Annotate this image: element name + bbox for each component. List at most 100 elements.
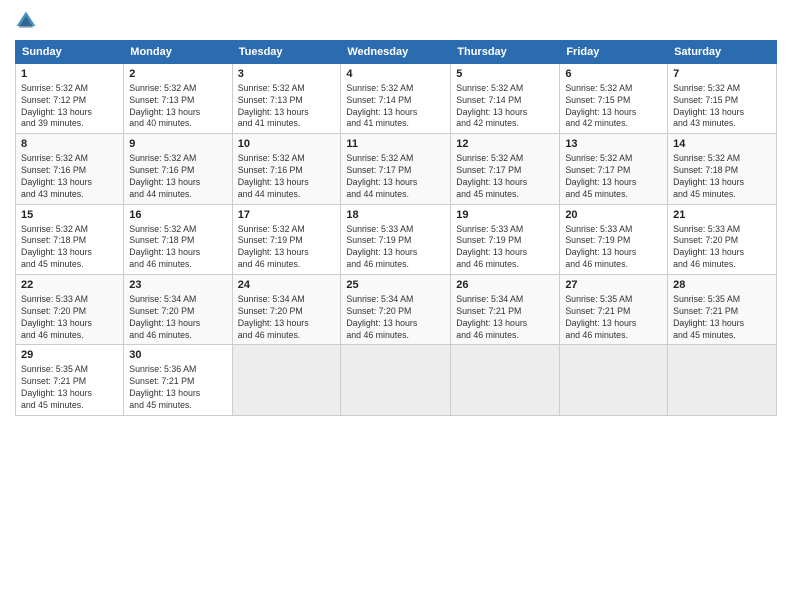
day-number: 30 [129, 348, 226, 363]
col-header-thursday: Thursday [451, 41, 560, 64]
calendar-cell: 21Sunrise: 5:33 AM Sunset: 7:20 PM Dayli… [668, 204, 777, 274]
day-number: 3 [238, 67, 336, 82]
calendar-cell: 8Sunrise: 5:32 AM Sunset: 7:16 PM Daylig… [16, 134, 124, 204]
day-info: Sunrise: 5:36 AM Sunset: 7:21 PM Dayligh… [129, 364, 226, 412]
col-header-saturday: Saturday [668, 41, 777, 64]
day-info: Sunrise: 5:32 AM Sunset: 7:12 PM Dayligh… [21, 83, 118, 131]
calendar-cell: 25Sunrise: 5:34 AM Sunset: 7:20 PM Dayli… [341, 275, 451, 345]
day-number: 4 [346, 67, 445, 82]
day-info: Sunrise: 5:34 AM Sunset: 7:20 PM Dayligh… [129, 294, 226, 342]
day-number: 8 [21, 137, 118, 152]
day-number: 26 [456, 278, 554, 293]
calendar-cell: 2Sunrise: 5:32 AM Sunset: 7:13 PM Daylig… [124, 64, 232, 134]
day-info: Sunrise: 5:35 AM Sunset: 7:21 PM Dayligh… [21, 364, 118, 412]
week-row-2: 8Sunrise: 5:32 AM Sunset: 7:16 PM Daylig… [16, 134, 777, 204]
calendar-cell: 13Sunrise: 5:32 AM Sunset: 7:17 PM Dayli… [560, 134, 668, 204]
week-row-1: 1Sunrise: 5:32 AM Sunset: 7:12 PM Daylig… [16, 64, 777, 134]
day-number: 2 [129, 67, 226, 82]
week-row-3: 15Sunrise: 5:32 AM Sunset: 7:18 PM Dayli… [16, 204, 777, 274]
calendar-cell: 17Sunrise: 5:32 AM Sunset: 7:19 PM Dayli… [232, 204, 341, 274]
col-header-wednesday: Wednesday [341, 41, 451, 64]
day-info: Sunrise: 5:32 AM Sunset: 7:17 PM Dayligh… [346, 153, 445, 201]
week-row-4: 22Sunrise: 5:33 AM Sunset: 7:20 PM Dayli… [16, 275, 777, 345]
day-number: 24 [238, 278, 336, 293]
day-info: Sunrise: 5:35 AM Sunset: 7:21 PM Dayligh… [565, 294, 662, 342]
col-header-tuesday: Tuesday [232, 41, 341, 64]
calendar-cell [668, 345, 777, 415]
day-number: 19 [456, 208, 554, 223]
calendar-cell: 29Sunrise: 5:35 AM Sunset: 7:21 PM Dayli… [16, 345, 124, 415]
day-number: 9 [129, 137, 226, 152]
day-number: 21 [673, 208, 771, 223]
calendar-cell [451, 345, 560, 415]
day-number: 5 [456, 67, 554, 82]
day-info: Sunrise: 5:32 AM Sunset: 7:18 PM Dayligh… [673, 153, 771, 201]
day-info: Sunrise: 5:32 AM Sunset: 7:17 PM Dayligh… [565, 153, 662, 201]
day-info: Sunrise: 5:32 AM Sunset: 7:15 PM Dayligh… [673, 83, 771, 131]
calendar-cell: 4Sunrise: 5:32 AM Sunset: 7:14 PM Daylig… [341, 64, 451, 134]
header-row: SundayMondayTuesdayWednesdayThursdayFrid… [16, 41, 777, 64]
day-number: 11 [346, 137, 445, 152]
day-number: 27 [565, 278, 662, 293]
calendar-cell: 26Sunrise: 5:34 AM Sunset: 7:21 PM Dayli… [451, 275, 560, 345]
calendar-cell: 30Sunrise: 5:36 AM Sunset: 7:21 PM Dayli… [124, 345, 232, 415]
day-number: 6 [565, 67, 662, 82]
day-number: 7 [673, 67, 771, 82]
calendar-cell: 3Sunrise: 5:32 AM Sunset: 7:13 PM Daylig… [232, 64, 341, 134]
calendar-cell: 27Sunrise: 5:35 AM Sunset: 7:21 PM Dayli… [560, 275, 668, 345]
day-info: Sunrise: 5:32 AM Sunset: 7:19 PM Dayligh… [238, 224, 336, 272]
day-info: Sunrise: 5:32 AM Sunset: 7:13 PM Dayligh… [238, 83, 336, 131]
day-info: Sunrise: 5:35 AM Sunset: 7:21 PM Dayligh… [673, 294, 771, 342]
day-number: 23 [129, 278, 226, 293]
calendar-cell: 19Sunrise: 5:33 AM Sunset: 7:19 PM Dayli… [451, 204, 560, 274]
day-number: 14 [673, 137, 771, 152]
day-number: 16 [129, 208, 226, 223]
calendar-table: SundayMondayTuesdayWednesdayThursdayFrid… [15, 40, 777, 416]
calendar-cell: 6Sunrise: 5:32 AM Sunset: 7:15 PM Daylig… [560, 64, 668, 134]
day-number: 12 [456, 137, 554, 152]
day-info: Sunrise: 5:32 AM Sunset: 7:18 PM Dayligh… [129, 224, 226, 272]
day-number: 18 [346, 208, 445, 223]
day-info: Sunrise: 5:34 AM Sunset: 7:20 PM Dayligh… [346, 294, 445, 342]
day-number: 29 [21, 348, 118, 363]
day-info: Sunrise: 5:34 AM Sunset: 7:21 PM Dayligh… [456, 294, 554, 342]
day-info: Sunrise: 5:32 AM Sunset: 7:14 PM Dayligh… [456, 83, 554, 131]
day-info: Sunrise: 5:33 AM Sunset: 7:19 PM Dayligh… [346, 224, 445, 272]
day-info: Sunrise: 5:32 AM Sunset: 7:16 PM Dayligh… [21, 153, 118, 201]
calendar-cell: 5Sunrise: 5:32 AM Sunset: 7:14 PM Daylig… [451, 64, 560, 134]
day-info: Sunrise: 5:32 AM Sunset: 7:16 PM Dayligh… [238, 153, 336, 201]
col-header-friday: Friday [560, 41, 668, 64]
calendar-cell: 16Sunrise: 5:32 AM Sunset: 7:18 PM Dayli… [124, 204, 232, 274]
calendar-cell: 22Sunrise: 5:33 AM Sunset: 7:20 PM Dayli… [16, 275, 124, 345]
logo [15, 10, 41, 32]
calendar-cell: 7Sunrise: 5:32 AM Sunset: 7:15 PM Daylig… [668, 64, 777, 134]
day-info: Sunrise: 5:32 AM Sunset: 7:14 PM Dayligh… [346, 83, 445, 131]
calendar-cell: 24Sunrise: 5:34 AM Sunset: 7:20 PM Dayli… [232, 275, 341, 345]
day-number: 15 [21, 208, 118, 223]
day-info: Sunrise: 5:32 AM Sunset: 7:16 PM Dayligh… [129, 153, 226, 201]
calendar-cell [232, 345, 341, 415]
day-info: Sunrise: 5:33 AM Sunset: 7:20 PM Dayligh… [673, 224, 771, 272]
day-number: 10 [238, 137, 336, 152]
day-number: 22 [21, 278, 118, 293]
calendar-cell: 1Sunrise: 5:32 AM Sunset: 7:12 PM Daylig… [16, 64, 124, 134]
day-number: 1 [21, 67, 118, 82]
week-row-5: 29Sunrise: 5:35 AM Sunset: 7:21 PM Dayli… [16, 345, 777, 415]
day-info: Sunrise: 5:33 AM Sunset: 7:20 PM Dayligh… [21, 294, 118, 342]
logo-icon [15, 10, 37, 32]
day-info: Sunrise: 5:32 AM Sunset: 7:15 PM Dayligh… [565, 83, 662, 131]
calendar-cell: 11Sunrise: 5:32 AM Sunset: 7:17 PM Dayli… [341, 134, 451, 204]
calendar-cell: 10Sunrise: 5:32 AM Sunset: 7:16 PM Dayli… [232, 134, 341, 204]
calendar-cell: 18Sunrise: 5:33 AM Sunset: 7:19 PM Dayli… [341, 204, 451, 274]
day-info: Sunrise: 5:34 AM Sunset: 7:20 PM Dayligh… [238, 294, 336, 342]
day-info: Sunrise: 5:33 AM Sunset: 7:19 PM Dayligh… [565, 224, 662, 272]
calendar-cell [341, 345, 451, 415]
day-info: Sunrise: 5:32 AM Sunset: 7:18 PM Dayligh… [21, 224, 118, 272]
day-number: 28 [673, 278, 771, 293]
calendar-cell: 23Sunrise: 5:34 AM Sunset: 7:20 PM Dayli… [124, 275, 232, 345]
calendar-cell: 12Sunrise: 5:32 AM Sunset: 7:17 PM Dayli… [451, 134, 560, 204]
calendar-cell: 28Sunrise: 5:35 AM Sunset: 7:21 PM Dayli… [668, 275, 777, 345]
day-number: 25 [346, 278, 445, 293]
header [15, 10, 777, 32]
calendar-cell: 15Sunrise: 5:32 AM Sunset: 7:18 PM Dayli… [16, 204, 124, 274]
